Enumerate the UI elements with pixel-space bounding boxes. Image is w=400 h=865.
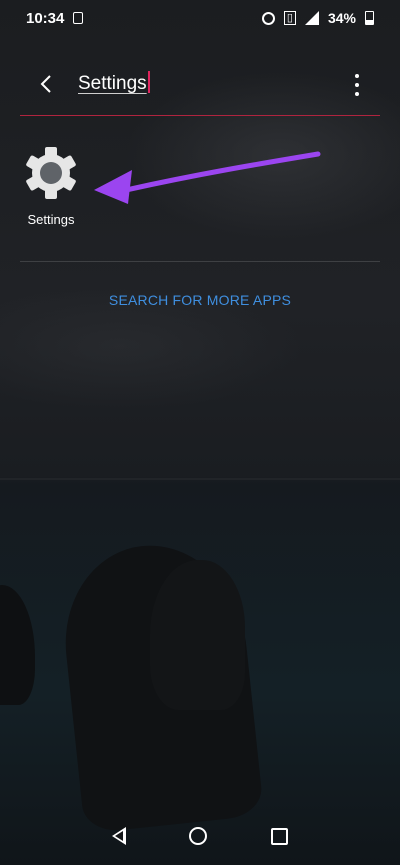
- wallpaper-rock-right: [150, 560, 245, 710]
- nav-recents-icon[interactable]: [271, 827, 289, 845]
- vibrate-icon: ▯: [283, 11, 296, 25]
- more-vert-icon[interactable]: [354, 74, 360, 96]
- navigation-bar: [0, 807, 400, 865]
- search-input[interactable]: Settings: [78, 71, 150, 95]
- status-bar: 10:34 ▯ 34%: [0, 0, 400, 36]
- search-bar: Settings: [20, 58, 380, 116]
- app-result-settings[interactable]: Settings: [24, 146, 78, 236]
- status-time: 10:34: [26, 9, 65, 27]
- text-cursor: [147, 71, 150, 93]
- alarm-icon: [261, 11, 275, 25]
- wallpaper-horizon: [0, 478, 400, 480]
- app-label: Settings: [27, 212, 75, 227]
- nav-home-icon[interactable]: [189, 827, 208, 845]
- search-more-apps-button[interactable]: SEARCH FOR MORE APPS: [0, 292, 400, 308]
- battery-level-fill: [366, 19, 373, 24]
- gear-icon: [26, 147, 76, 199]
- battery-icon: [365, 11, 374, 25]
- nav-back-icon[interactable]: [111, 827, 126, 845]
- search-query: Settings: [78, 73, 147, 94]
- back-arrow-icon[interactable]: [36, 72, 56, 96]
- screen-icon: [73, 12, 84, 24]
- results-divider: [20, 261, 380, 262]
- wallpaper-rock-left: [0, 585, 35, 705]
- battery-percent: 34%: [327, 10, 356, 26]
- signal-icon: [304, 11, 319, 25]
- wallpaper: [0, 0, 400, 865]
- annotation-arrow: [94, 151, 321, 204]
